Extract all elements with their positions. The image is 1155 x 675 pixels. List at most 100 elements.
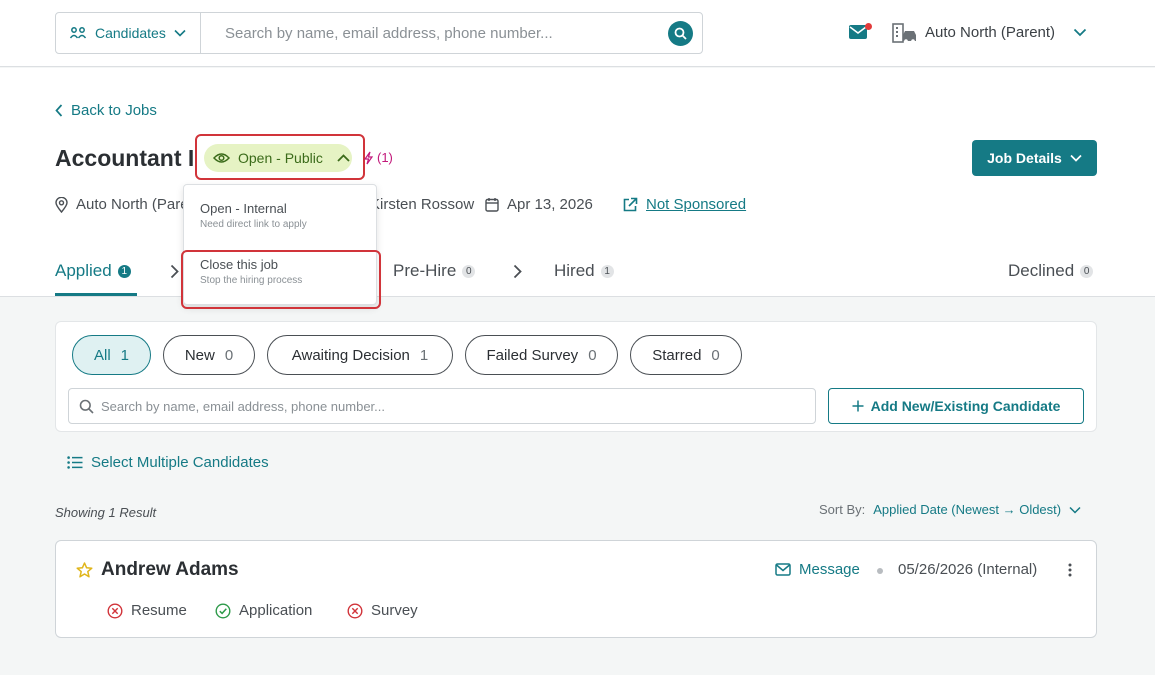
filter-chip-label: Failed Survey bbox=[486, 346, 579, 364]
stage-label: Pre-Hire bbox=[393, 261, 457, 280]
chevron-left-icon bbox=[55, 104, 63, 117]
close-job-highlight-box bbox=[181, 250, 381, 309]
boost-indicator[interactable]: (1) bbox=[363, 150, 393, 165]
stage-label: Applied bbox=[55, 261, 112, 280]
failed-x-icon bbox=[347, 602, 363, 619]
add-candidate-button[interactable]: Add New/Existing Candidate bbox=[828, 388, 1084, 424]
failed-x-icon bbox=[107, 602, 123, 619]
status-highlight-box bbox=[195, 134, 365, 180]
requirement-label: Resume bbox=[131, 602, 187, 619]
stage-count-badge: 0 bbox=[462, 264, 476, 278]
result-count: Showing 1 Result bbox=[55, 505, 157, 520]
requirement-label: Application bbox=[239, 602, 313, 619]
message-button[interactable]: Message bbox=[775, 561, 860, 578]
chevron-down-icon bbox=[1069, 506, 1081, 514]
sponsor-label: Not Sponsored bbox=[646, 196, 747, 213]
back-to-jobs-link[interactable]: Back to Jobs bbox=[55, 102, 157, 119]
building-car-icon bbox=[891, 22, 919, 44]
requirement-application: Application bbox=[215, 602, 312, 619]
filter-chip-failed-survey[interactable]: Failed Survey 0 bbox=[465, 335, 618, 375]
filter-chip-label: Starred bbox=[652, 346, 702, 364]
search-icon bbox=[79, 399, 94, 414]
select-multiple-label: Select Multiple Candidates bbox=[91, 454, 269, 471]
job-details-button[interactable]: Job Details bbox=[972, 140, 1097, 176]
sort-label: Sort By: bbox=[819, 502, 866, 517]
stage-label: Declined bbox=[1008, 261, 1075, 280]
passed-check-icon bbox=[215, 602, 231, 619]
filter-chip-starred[interactable]: Starred 0 bbox=[630, 335, 742, 375]
candidate-card[interactable] bbox=[55, 540, 1097, 638]
filter-chip-count: 0 bbox=[224, 346, 234, 364]
applied-info: 05/26/2026 (Internal) bbox=[898, 561, 1038, 578]
requirement-resume: Resume bbox=[107, 602, 187, 619]
sponsor-link[interactable]: Not Sponsored bbox=[622, 196, 746, 213]
envelope-icon bbox=[775, 563, 791, 576]
boost-count: (1) bbox=[377, 150, 393, 165]
chevron-down-icon bbox=[174, 29, 186, 37]
select-multiple-button[interactable]: Select Multiple Candidates bbox=[67, 454, 269, 471]
job-date: Apr 13, 2026 bbox=[485, 196, 593, 213]
stage-count-badge: 0 bbox=[1080, 264, 1094, 278]
candidate-search-field bbox=[68, 388, 816, 424]
global-search-group: Candidates bbox=[55, 12, 703, 54]
add-candidate-label: Add New/Existing Candidate bbox=[870, 398, 1061, 414]
external-link-icon bbox=[622, 197, 638, 213]
stage-tab-applied[interactable]: Applied 1 bbox=[55, 261, 131, 281]
job-recruiter: Kirsten Rossow bbox=[370, 196, 474, 213]
chevron-down-icon bbox=[1070, 154, 1082, 162]
filter-chip-new[interactable]: New 0 bbox=[163, 335, 255, 375]
filter-chip-label: All bbox=[93, 346, 111, 364]
search-icon bbox=[674, 27, 687, 40]
candidate-name[interactable]: Andrew Adams bbox=[101, 559, 239, 581]
chevron-right-icon bbox=[170, 264, 179, 279]
separator-dot bbox=[877, 568, 883, 574]
back-to-jobs-label: Back to Jobs bbox=[71, 102, 157, 119]
filter-chip-count: 0 bbox=[588, 346, 597, 364]
message-label: Message bbox=[799, 561, 860, 578]
sort-control[interactable]: Sort By: Applied Date (Newest → Oldest) bbox=[819, 502, 1081, 517]
global-search-input[interactable] bbox=[201, 13, 702, 53]
notification-dot bbox=[865, 23, 872, 30]
requirement-label: Survey bbox=[371, 602, 418, 619]
sort-value: Applied Date (Newest → Oldest) bbox=[873, 502, 1062, 517]
filter-chip-awaiting-decision[interactable]: Awaiting Decision 1 bbox=[267, 335, 453, 375]
stage-count-badge: 1 bbox=[600, 264, 614, 278]
status-option-subtitle: Need direct link to apply bbox=[200, 219, 307, 230]
filter-chip-label: New bbox=[184, 346, 215, 364]
stage-tab-hired[interactable]: Hired 1 bbox=[554, 261, 614, 281]
stage-label: Hired bbox=[554, 261, 595, 280]
job-date-label: Apr 13, 2026 bbox=[507, 196, 593, 213]
org-switcher-label[interactable]: Auto North (Parent) bbox=[925, 24, 1055, 41]
filter-chip-count: 1 bbox=[419, 346, 429, 364]
stage-tab-declined[interactable]: Declined 0 bbox=[1008, 261, 1094, 281]
people-icon bbox=[69, 26, 87, 40]
status-option-open-internal[interactable]: Open - Internal Need direct link to appl… bbox=[200, 201, 307, 230]
more-options-icon[interactable] bbox=[1064, 563, 1076, 577]
map-pin-icon bbox=[55, 196, 68, 213]
filter-chip-count: 0 bbox=[711, 346, 720, 364]
filter-chip-all[interactable]: All 1 bbox=[72, 335, 151, 375]
job-location: Auto North (Parent) bbox=[55, 196, 195, 213]
search-button[interactable] bbox=[668, 21, 693, 46]
job-details-label: Job Details bbox=[987, 150, 1062, 166]
filter-chip-label: Awaiting Decision bbox=[291, 346, 410, 364]
filter-chip-count: 1 bbox=[120, 346, 129, 364]
stage-count-badge: 1 bbox=[117, 264, 131, 278]
calendar-icon bbox=[485, 197, 499, 212]
page-title: Accountant I bbox=[55, 145, 195, 171]
requirement-survey: Survey bbox=[347, 602, 418, 619]
stage-tab-pre-hire[interactable]: Pre-Hire 0 bbox=[393, 261, 476, 281]
search-scope-select[interactable]: Candidates bbox=[56, 13, 201, 53]
status-option-title: Open - Internal bbox=[200, 201, 287, 216]
list-icon bbox=[67, 456, 83, 469]
job-location-label: Auto North (Parent) bbox=[76, 196, 195, 213]
chevron-down-icon[interactable] bbox=[1073, 28, 1087, 37]
active-stage-underline bbox=[55, 293, 137, 296]
chevron-right-icon bbox=[513, 264, 522, 279]
plus-icon bbox=[852, 400, 864, 412]
job-recruiter-label: Kirsten Rossow bbox=[370, 196, 475, 213]
candidate-search-input[interactable] bbox=[101, 398, 815, 414]
lightning-icon bbox=[363, 151, 374, 165]
search-scope-label: Candidates bbox=[95, 25, 166, 41]
star-icon[interactable] bbox=[76, 562, 93, 578]
